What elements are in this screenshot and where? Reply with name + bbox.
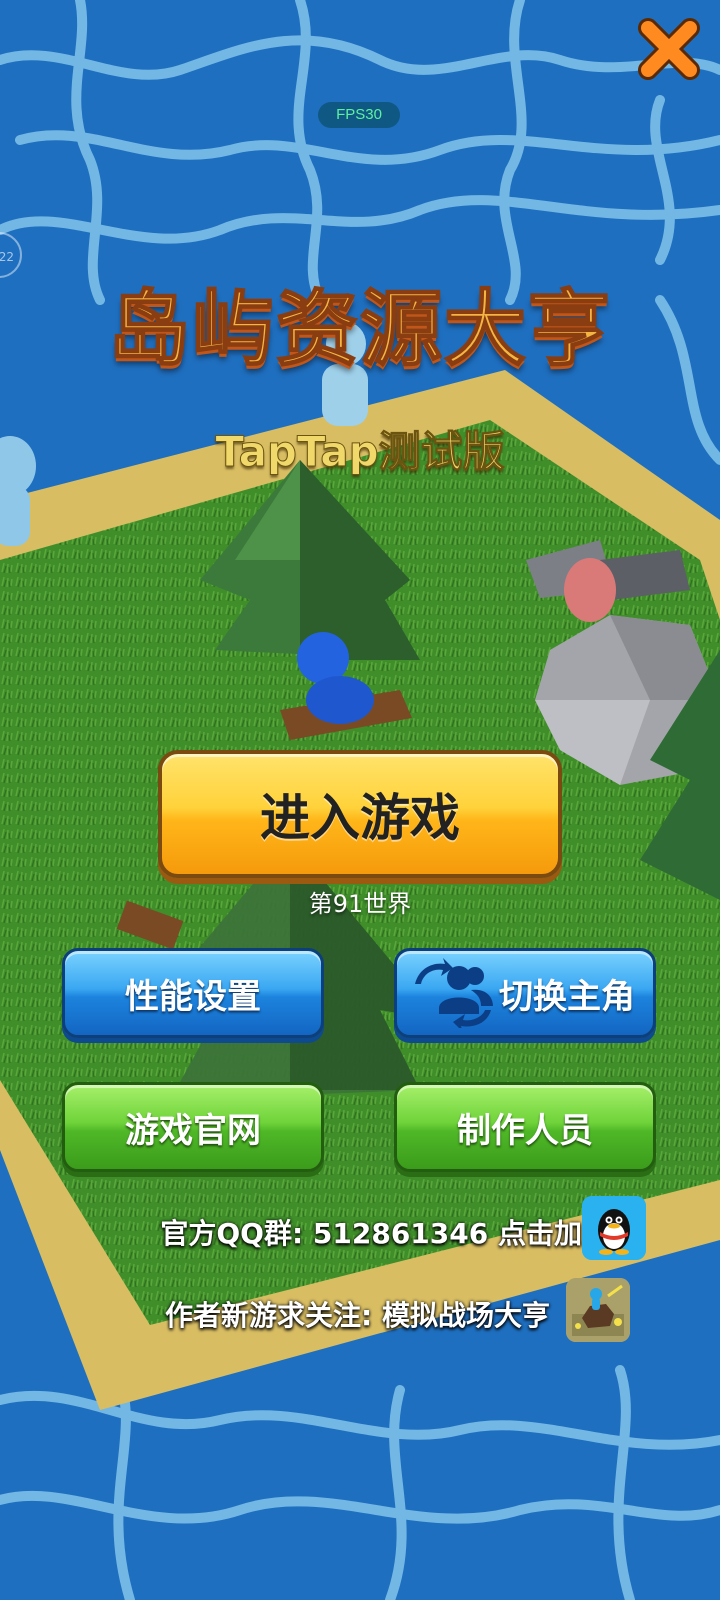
switch-character-button[interactable]: 切换主角	[394, 948, 656, 1038]
users-swap-icon	[415, 958, 493, 1028]
credits-button[interactable]: 制作人员	[394, 1082, 656, 1172]
credits-label: 制作人员	[457, 1110, 593, 1151]
official-site-button[interactable]: 游戏官网	[62, 1082, 324, 1172]
close-button[interactable]	[636, 16, 702, 82]
close-icon	[638, 18, 700, 80]
switch-character-label: 切换主角	[499, 976, 635, 1017]
battlefield-game-icon	[566, 1278, 630, 1342]
official-site-label: 游戏官网	[125, 1110, 261, 1151]
qq-group-label: 官方QQ群: 512861346 点击加入	[160, 1217, 610, 1250]
new-game-label: 作者新游求关注: 模拟战场大亨	[165, 1299, 550, 1332]
performance-settings-label: 性能设置	[125, 976, 261, 1017]
game-subtitle: TapTap测试版	[215, 427, 505, 477]
enter-game-label: 进入游戏	[260, 789, 460, 847]
world-label: 第91世界	[308, 890, 412, 918]
qq-penguin-icon	[582, 1196, 646, 1260]
new-game-thumbnail[interactable]	[566, 1278, 630, 1342]
fps-counter: FPS30	[318, 102, 400, 128]
enter-game-button[interactable]: 进入游戏	[158, 750, 562, 878]
qq-join-button[interactable]	[582, 1196, 646, 1260]
performance-settings-button[interactable]: 性能设置	[62, 948, 324, 1038]
game-title: 岛屿资源大亨	[107, 281, 612, 378]
